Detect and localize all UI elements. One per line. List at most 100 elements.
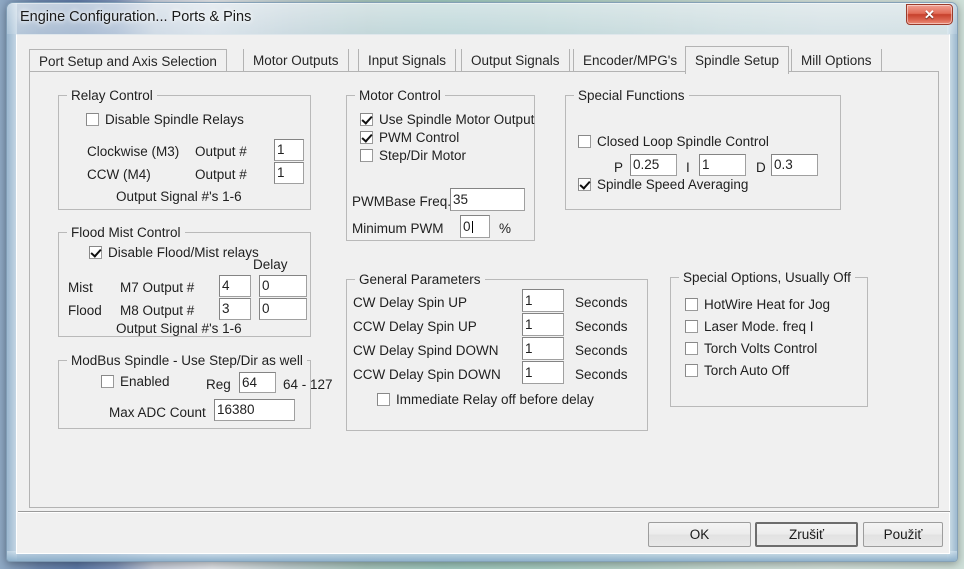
tab-spindle-setup[interactable]: Spindle Setup bbox=[685, 46, 790, 74]
input-pid-d[interactable]: 0.3 bbox=[771, 154, 818, 176]
checkbox-box bbox=[89, 246, 102, 259]
checkbox-box bbox=[101, 375, 114, 388]
tab-motor-outputs[interactable]: Motor Outputs bbox=[243, 49, 349, 72]
checkbox-label: Disable Flood/Mist relays bbox=[108, 245, 259, 260]
group-flood-mist-control-title: Flood Mist Control bbox=[67, 225, 185, 240]
group-special-options: Special Options, Usually Off HotWire Hea… bbox=[670, 270, 868, 407]
label-cw-delay-spind-down: CW Delay Spind DOWN bbox=[353, 343, 499, 358]
apply-button[interactable]: Použiť bbox=[863, 522, 943, 547]
label-unit-seconds-2: Seconds bbox=[575, 319, 628, 334]
label-percent: % bbox=[499, 221, 512, 236]
input-minimum-pwm[interactable]: 0 bbox=[460, 215, 490, 238]
label-reg-range: 64 - 127 bbox=[283, 377, 333, 392]
label-unit-seconds-3: Seconds bbox=[575, 343, 628, 358]
label-unit-seconds-4: Seconds bbox=[575, 367, 628, 382]
group-flood-mist-control: Flood Mist Control Disable Flood/Mist re… bbox=[58, 225, 311, 337]
tab-port-setup-and-axis-selection[interactable]: Port Setup and Axis Selection bbox=[29, 49, 227, 72]
group-general-parameters: General Parameters CW Delay Spin UP 1 Se… bbox=[346, 272, 648, 431]
dialog-window: Engine Configuration... Ports & Pins ✕ P… bbox=[6, 2, 958, 562]
checkbox-label: HotWire Heat for Jog bbox=[704, 297, 831, 312]
checkbox-box bbox=[685, 298, 698, 311]
input-pid-p[interactable]: 0.25 bbox=[630, 154, 677, 176]
label-m7-output: M7 Output # bbox=[120, 280, 195, 295]
checkbox-box bbox=[578, 178, 591, 191]
label-ccw-delay-spin-down: CCW Delay Spin DOWN bbox=[353, 367, 501, 382]
group-special-functions-title: Special Functions bbox=[574, 88, 689, 103]
close-icon: ✕ bbox=[924, 6, 935, 22]
checkbox-box bbox=[86, 113, 99, 126]
checkbox-box bbox=[578, 135, 591, 148]
checkbox-box bbox=[685, 342, 698, 355]
input-pwmbase-freq[interactable]: 35 bbox=[450, 188, 525, 211]
cancel-button[interactable]: Zrušiť bbox=[755, 522, 858, 547]
label-max-adc-count: Max ADC Count bbox=[109, 405, 206, 420]
input-clockwise-output-number[interactable]: 1 bbox=[274, 139, 304, 161]
checkbox-box bbox=[360, 131, 373, 144]
checkbox-label: Torch Volts Control bbox=[704, 341, 818, 356]
group-relay-control: Relay Control Disable Spindle Relays Clo… bbox=[58, 88, 311, 210]
label-ccw-m4: CCW (M4) bbox=[87, 167, 151, 182]
group-special-functions: Special Functions Use Spindle Feedback i… bbox=[565, 88, 841, 210]
checkbox-label: PWM Control bbox=[379, 130, 460, 145]
label-ccw-delay-spin-up: CCW Delay Spin UP bbox=[353, 319, 477, 334]
checkbox-label: Closed Loop Spindle Control bbox=[597, 134, 769, 149]
input-cw-delay-spind-down[interactable]: 1 bbox=[522, 337, 564, 360]
tab-page-spindle-setup: Relay Control Disable Spindle Relays Clo… bbox=[29, 71, 939, 508]
label-ccw-output: Output # bbox=[195, 167, 247, 182]
ok-button[interactable]: OK bbox=[648, 522, 751, 547]
checkbox-box bbox=[377, 393, 390, 406]
checkbox-label: Step/Dir Motor bbox=[379, 148, 467, 163]
label-pid-i: I bbox=[686, 160, 690, 175]
checkbox-box bbox=[685, 320, 698, 333]
checkbox-label: Immediate Relay off before delay bbox=[396, 392, 594, 407]
dialog-client-area: Port Setup and Axis Selection Motor Outp… bbox=[16, 34, 950, 554]
label-pid-d: D bbox=[756, 160, 766, 175]
label-pwmbase-freq: PWMBase Freq. bbox=[352, 194, 452, 209]
input-mist-delay[interactable]: 0 bbox=[259, 275, 307, 297]
checkbox-label: Disable Spindle Relays bbox=[105, 112, 244, 127]
input-modbus-reg[interactable]: 64 bbox=[239, 372, 276, 393]
tab-strip: Port Setup and Axis Selection Motor Outp… bbox=[29, 46, 939, 74]
group-special-options-title: Special Options, Usually Off bbox=[679, 270, 855, 285]
label-m8-output: M8 Output # bbox=[120, 303, 195, 318]
label-clockwise-output: Output # bbox=[195, 144, 247, 159]
label-reg: Reg bbox=[206, 377, 231, 392]
checkbox-label: Spindle Speed Averaging bbox=[597, 177, 749, 192]
checkbox-box bbox=[360, 149, 373, 162]
label-clockwise-m3: Clockwise (M3) bbox=[87, 144, 180, 159]
group-relay-control-title: Relay Control bbox=[67, 88, 157, 103]
label-mist: Mist bbox=[68, 280, 93, 295]
label-relay-output-signal-range: Output Signal #'s 1-6 bbox=[116, 189, 242, 204]
tab-mill-options[interactable]: Mill Options bbox=[791, 49, 882, 72]
label-flood: Flood bbox=[68, 303, 102, 318]
input-ccw-delay-spin-down[interactable]: 1 bbox=[522, 361, 564, 384]
checkbox-box bbox=[685, 364, 698, 377]
label-minimum-pwm: Minimum PWM bbox=[352, 221, 444, 236]
label-unit-seconds-1: Seconds bbox=[575, 295, 628, 310]
label-pid-p: P bbox=[614, 160, 624, 175]
group-modbus-spindle: ModBus Spindle - Use Step/Dir as well En… bbox=[58, 353, 333, 429]
tab-input-signals[interactable]: Input Signals bbox=[358, 49, 457, 72]
tab-output-signals[interactable]: Output Signals bbox=[461, 49, 570, 72]
window-title: Engine Configuration... Ports & Pins bbox=[20, 9, 252, 25]
button-bar-separator bbox=[18, 511, 950, 513]
label-cw-delay-spin-up: CW Delay Spin UP bbox=[353, 295, 468, 310]
checkbox-label: Use Spindle Motor Output bbox=[379, 112, 535, 127]
input-max-adc-count[interactable]: 16380 bbox=[214, 399, 295, 421]
title-bar: Engine Configuration... Ports & Pins ✕ bbox=[7, 3, 957, 34]
close-button[interactable]: ✕ bbox=[906, 4, 953, 25]
input-m7-output-number[interactable]: 4 bbox=[219, 275, 251, 297]
group-motor-control-title: Motor Control bbox=[355, 88, 445, 103]
checkbox-box bbox=[360, 113, 373, 126]
checkbox-label: Laser Mode. freq I bbox=[704, 319, 814, 334]
input-ccw-output-number[interactable]: 1 bbox=[274, 162, 304, 184]
input-ccw-delay-spin-up[interactable]: 1 bbox=[522, 313, 564, 336]
input-pid-i[interactable]: 1 bbox=[699, 154, 746, 176]
checkbox-label: Enabled bbox=[120, 374, 170, 389]
input-flood-delay[interactable]: 0 bbox=[259, 298, 307, 320]
input-m8-output-number[interactable]: 3 bbox=[219, 298, 251, 320]
label-flood-output-signal-range: Output Signal #'s 1-6 bbox=[116, 321, 242, 336]
input-cw-delay-spin-up[interactable]: 1 bbox=[522, 289, 564, 312]
tab-encoder-mpgs[interactable]: Encoder/MPG's bbox=[573, 49, 688, 72]
checkbox-label: Torch Auto Off bbox=[704, 363, 790, 378]
